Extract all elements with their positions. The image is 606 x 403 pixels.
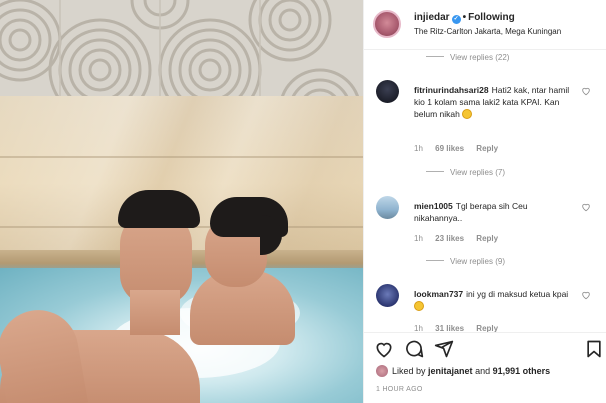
comment-meta: 1h 69 likes Reply <box>414 144 508 153</box>
marble-seam <box>0 156 363 158</box>
verified-badge-icon: ✓ <box>451 15 461 24</box>
neck <box>130 290 180 335</box>
location-link[interactable]: The Ritz-Carlton Jakarta, Mega Kuningan <box>414 27 561 36</box>
bookmark-icon[interactable] <box>584 339 604 359</box>
comment-text: fitrinurindahsari28 Hati2 kak, ntar hamil… <box>414 84 574 120</box>
liked-by-and: and <box>475 366 491 376</box>
post-panel: injiedar ✓ • Following The Ritz-Carlton Jak… <box>363 0 606 403</box>
like-comment-heart-icon[interactable] <box>581 202 591 212</box>
reply-button[interactable]: Reply <box>476 234 498 243</box>
liked-by-prefix: Liked by <box>392 366 426 376</box>
liker-avatar[interactable] <box>376 365 388 377</box>
commenter-username[interactable]: fitrinurindahsari28 <box>414 85 489 95</box>
commenter-username[interactable]: lookman737 <box>414 289 463 299</box>
comment-bubble-icon[interactable] <box>404 339 424 359</box>
replies-line <box>426 171 444 172</box>
commenter-avatar[interactable] <box>376 284 399 307</box>
liked-by: Liked by jenitajanet and 91,991 others <box>376 365 550 377</box>
reply-button[interactable]: Reply <box>476 324 498 332</box>
view-replies-label: View replies (7) <box>450 168 505 177</box>
liker-username[interactable]: jenitajanet <box>428 366 473 376</box>
reply-button[interactable]: Reply <box>476 144 498 153</box>
view-replies-label: View replies (9) <box>450 257 505 266</box>
comment-meta: 1h 23 likes Reply <box>414 234 508 243</box>
likes-count[interactable]: 91,991 others <box>493 366 551 376</box>
author-name-link[interactable]: injiedar <box>414 12 450 23</box>
post-photo[interactable] <box>0 0 363 403</box>
following-button[interactable]: Following <box>468 12 515 23</box>
comment-body: ini yg di maksud ketua kpai <box>466 289 569 299</box>
woman-figure <box>180 195 300 345</box>
comment-time: 1h <box>414 234 423 243</box>
commenter-avatar[interactable] <box>376 196 399 219</box>
comment-item: fitrinurindahsari28 Hati2 kak, ntar hamil… <box>376 80 601 185</box>
comment-likes[interactable]: 31 likes <box>435 324 464 332</box>
like-comment-heart-icon[interactable] <box>581 290 591 300</box>
separator-dot: • <box>462 12 467 23</box>
comment-meta: 1h 31 likes Reply <box>414 324 508 332</box>
comment-time: 1h <box>414 324 423 332</box>
replies-line <box>426 56 444 57</box>
post-header: injiedar ✓ • Following The Ritz-Carlton Jak… <box>364 0 606 50</box>
author-username: injiedar ✓ • Following <box>414 12 515 24</box>
post-timestamp[interactable]: 1 HOUR AGO <box>376 386 423 393</box>
like-comment-heart-icon[interactable] <box>581 86 591 96</box>
view-replies-button[interactable]: View replies (7) <box>426 168 505 177</box>
grinning-emoji-icon <box>462 109 473 119</box>
comment-likes[interactable]: 23 likes <box>435 234 464 243</box>
share-direct-icon[interactable] <box>434 339 454 359</box>
grinning-emoji-icon <box>414 301 424 311</box>
comment-item: mien1005 Tgl berapa sih Ceu nikahannya.. … <box>376 196 601 286</box>
author-avatar[interactable] <box>373 10 401 38</box>
comment-text: lookman737 ini yg di maksud ketua kpai <box>414 288 574 312</box>
comment-text: mien1005 Tgl berapa sih Ceu nikahannya.. <box>414 200 574 224</box>
wall-tiles <box>0 0 363 100</box>
commenter-username[interactable]: mien1005 <box>414 201 453 211</box>
view-replies-label: View replies (22) <box>450 53 510 62</box>
comments-list: View replies (22) fitrinurindahsari28 Hat… <box>364 50 606 332</box>
view-replies-button[interactable]: View replies (9) <box>426 257 505 266</box>
arm <box>0 303 89 403</box>
comment-item: lookman737 ini yg di maksud ketua kpai 1h… <box>376 284 601 332</box>
comment-likes[interactable]: 69 likes <box>435 144 464 153</box>
like-heart-icon[interactable] <box>374 339 394 359</box>
comment-time: 1h <box>414 144 423 153</box>
replies-line <box>426 260 444 261</box>
view-replies-button[interactable]: View replies (22) <box>426 53 509 62</box>
commenter-avatar[interactable] <box>376 80 399 103</box>
